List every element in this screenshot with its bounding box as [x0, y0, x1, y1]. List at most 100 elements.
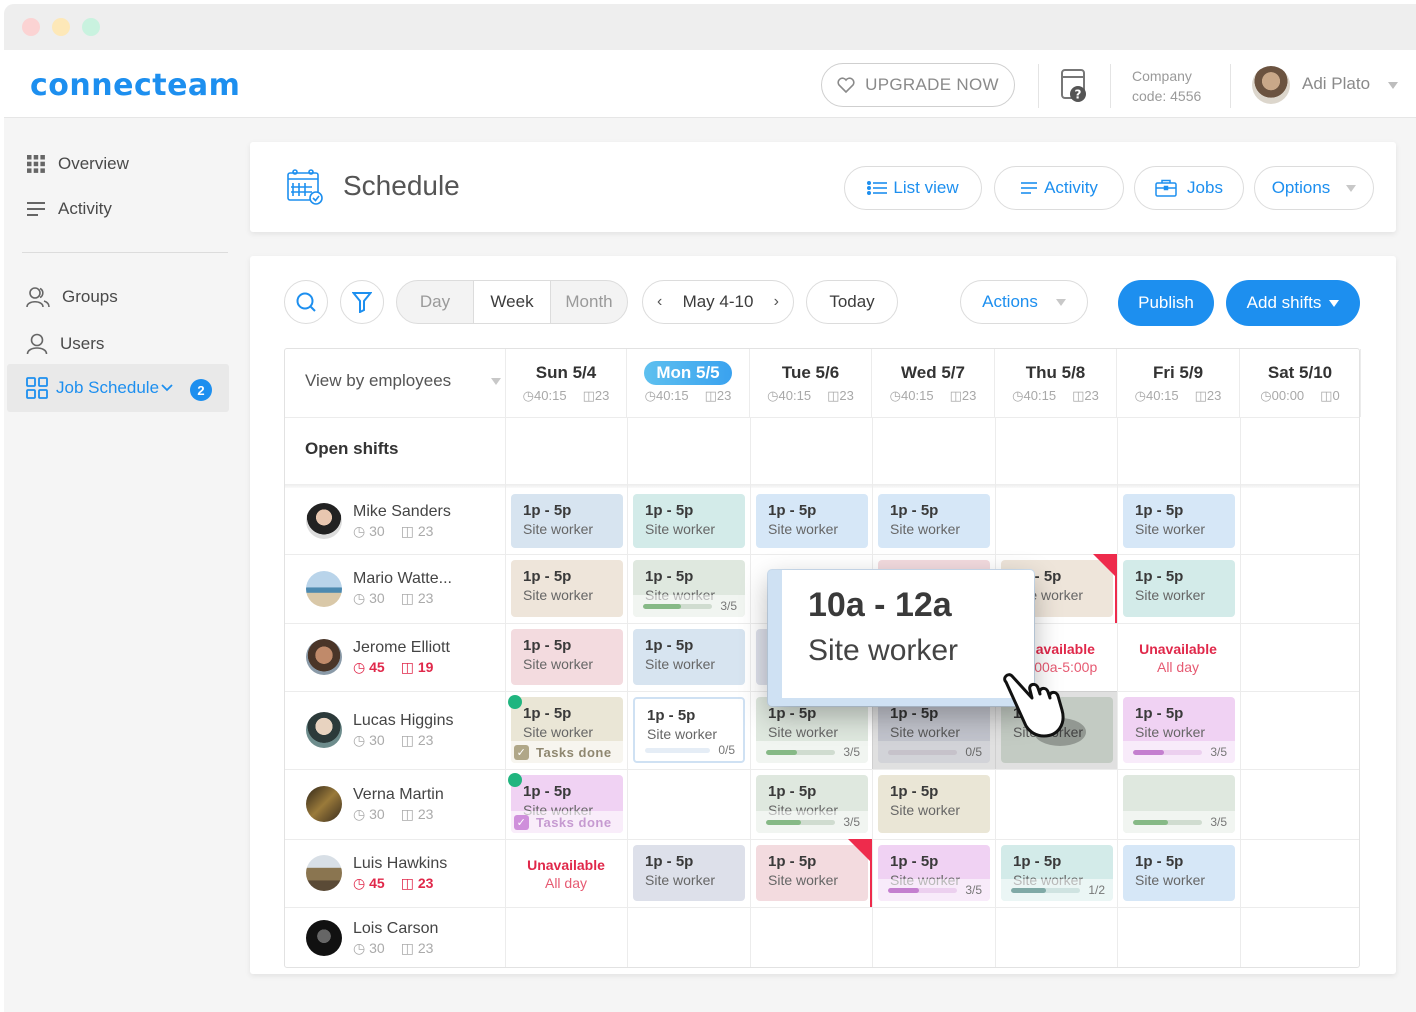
help-book-icon[interactable]: ? [1060, 68, 1088, 104]
grid-line [627, 417, 628, 967]
progress-fill [766, 749, 798, 755]
day-shift-count: ◫23 [704, 388, 732, 403]
shift-card[interactable]: 1p - 5p Site worker [1123, 494, 1235, 548]
shift-role: Site worker [768, 724, 839, 740]
employee-row[interactable]: Mario Watte... ◷ 30 ◫ 23 [285, 554, 505, 623]
user-name[interactable]: Adi Plato [1302, 74, 1370, 94]
unavailable-marker[interactable]: Unavailable All day [1118, 641, 1238, 675]
notification-badge: 2 [190, 379, 212, 401]
employee-shift-count: ◫ 23 [400, 805, 434, 822]
day-header[interactable]: Sun 5/4 ◷40:15 ◫23 [505, 349, 627, 417]
shift-card[interactable]: 1p - 5p Site worker [511, 494, 623, 548]
view-by-dropdown[interactable]: View by employees [305, 371, 502, 391]
chevron-left-icon[interactable]: ‹ [657, 293, 662, 311]
unavailable-label: Unavailable [527, 857, 605, 873]
view-day-tab[interactable]: Day [397, 281, 474, 323]
shift-card[interactable]: 1p - 5p Site worker [633, 629, 745, 685]
user-avatar[interactable] [1252, 66, 1290, 104]
shift-card[interactable]: 1p - 5pSite worker1/2 [1001, 845, 1113, 901]
shift-card[interactable]: 1p - 5pSite worker3/5 [756, 697, 868, 763]
employee-row[interactable]: Jerome Elliott ◷ 45 ◫ 19 [285, 623, 505, 691]
filter-button[interactable] [340, 280, 384, 324]
activity-button[interactable]: Activity [994, 166, 1124, 210]
logo[interactable]: connecteam [30, 68, 240, 103]
caret-down-icon [491, 377, 502, 385]
progress-fill [643, 603, 682, 609]
list-view-button[interactable]: List view [844, 166, 982, 210]
shift-time: 1p - 5p [645, 502, 694, 519]
conflict-flag-icon[interactable] [848, 839, 870, 861]
shift-card[interactable]: 1p - 5p Site worker [878, 775, 990, 833]
employee-row[interactable]: Verna Martin ◷ 30 ◫ 23 [285, 769, 505, 839]
shift-card[interactable]: 1p - 5pSite worker3/5 [878, 845, 990, 901]
user-menu-caret-icon[interactable] [1388, 82, 1398, 89]
shift-card[interactable]: 1p - 5p Site worker 0/5 [633, 697, 745, 763]
unavailable-marker[interactable]: Unavailable All day [506, 857, 626, 891]
shift-card[interactable]: 1p - 5p Site worker [511, 629, 623, 685]
employee-avatar [306, 712, 342, 748]
add-shifts-button[interactable]: Add shifts [1226, 280, 1360, 326]
maximize-window-button[interactable] [82, 18, 100, 36]
employee-shift-count: ◫ 23 [400, 874, 434, 891]
shift-role: Site worker [645, 521, 716, 537]
search-button[interactable] [284, 280, 328, 324]
shift-card[interactable]: 1p - 5p Site worker [1123, 845, 1235, 901]
actions-dropdown[interactable]: Actions [960, 280, 1088, 324]
day-header[interactable]: Wed 5/7 ◷40:15 ◫23 [872, 349, 995, 417]
sidebar-item-overview[interactable]: Overview [26, 154, 129, 174]
sidebar-item-groups[interactable]: Groups [26, 286, 118, 308]
employee-row[interactable]: Luis Hawkins ◷ 45 ◫ 23 [285, 839, 505, 907]
shift-card[interactable]: 3/5 [1123, 775, 1235, 833]
shift-card[interactable]: 1p - 5pSite worker3/5 [633, 560, 745, 617]
sidebar-item-label: Groups [62, 287, 118, 306]
conflict-flag-icon[interactable] [1093, 554, 1115, 576]
jobs-button[interactable]: Jobs [1134, 166, 1244, 210]
shift-role: Site worker [1135, 521, 1206, 537]
options-dropdown[interactable]: Options [1254, 166, 1374, 210]
shift-card[interactable]: 1p - 5pSite worker3/5 [1123, 697, 1235, 763]
day-header[interactable]: Mon 5/5 ◷40:15 ◫23 [627, 349, 750, 417]
shift-time: 1p - 5p [523, 637, 572, 654]
view-month-tab[interactable]: Month [551, 281, 627, 323]
day-header[interactable]: Thu 5/8 ◷40:15 ◫23 [995, 349, 1117, 417]
shift-card[interactable]: 1p - 5p Site worker ✓ Tasks done [511, 775, 623, 833]
shift-card[interactable]: 1p - 5p Site worker [511, 560, 623, 617]
grid-line [285, 417, 1359, 418]
shift-card[interactable]: 1p - 5pSite worker3/5 [756, 775, 868, 833]
close-window-button[interactable] [22, 18, 40, 36]
shift-card[interactable]: 1p - 5p Site worker [1123, 560, 1235, 617]
sidebar-item-users[interactable]: Users [26, 333, 104, 355]
employee-name: Mario Watte... [353, 570, 452, 587]
shift-card[interactable]: 1p - 5p Site worker ✓ Tasks done [511, 697, 623, 763]
view-mode-switch: Day Week Month [396, 280, 628, 324]
employee-row[interactable]: Mike Sanders ◷ 30 ◫ 23 [285, 488, 505, 554]
employee-avatar [306, 570, 342, 607]
minimize-window-button[interactable] [52, 18, 70, 36]
shift-progress: 3/5 [756, 811, 868, 833]
shift-card[interactable]: 1p - 5p Site worker [756, 494, 868, 548]
shift-role: Site worker [768, 521, 839, 537]
day-header[interactable]: Fri 5/9 ◷40:15 ◫23 [1117, 349, 1240, 417]
chevron-right-icon[interactable]: › [774, 293, 779, 311]
grid-icon [27, 155, 45, 173]
today-button[interactable]: Today [806, 280, 898, 324]
shift-time: 1p - 5p [768, 853, 817, 870]
upgrade-now-button[interactable]: UPGRADE NOW [821, 63, 1015, 107]
shift-time: 1p - 5p [768, 705, 817, 722]
shift-card[interactable]: 1p - 5p Site worker [633, 494, 745, 548]
shift-card[interactable]: 1p - 5p Site worker [633, 845, 745, 901]
day-header[interactable]: Tue 5/6 ◷40:15 ◫23 [750, 349, 872, 417]
shift-time: 10a - 12a [808, 586, 952, 624]
employee-row[interactable]: Lois Carson ◷ 30 ◫ 23 [285, 907, 505, 969]
shift-time: 1p - 5p [768, 783, 817, 800]
sidebar-item-activity[interactable]: Activity [26, 199, 112, 219]
view-week-tab[interactable]: Week [474, 281, 551, 323]
day-header[interactable]: Sat 5/10 ◷00:00 ◫0 [1240, 349, 1361, 417]
employee-avatar [306, 639, 342, 675]
publish-button[interactable]: Publish [1118, 280, 1214, 326]
dragged-shift-card[interactable]: 10a - 12a Site worker [768, 570, 1034, 706]
shift-card[interactable]: 1p - 5p Site worker [878, 494, 990, 548]
employee-row[interactable]: Lucas Higgins ◷ 30 ◫ 23 [285, 691, 505, 769]
sidebar-item-job-schedule-content[interactable]: Job Schedule [26, 377, 173, 399]
progress-count: 1/2 [1088, 883, 1105, 897]
